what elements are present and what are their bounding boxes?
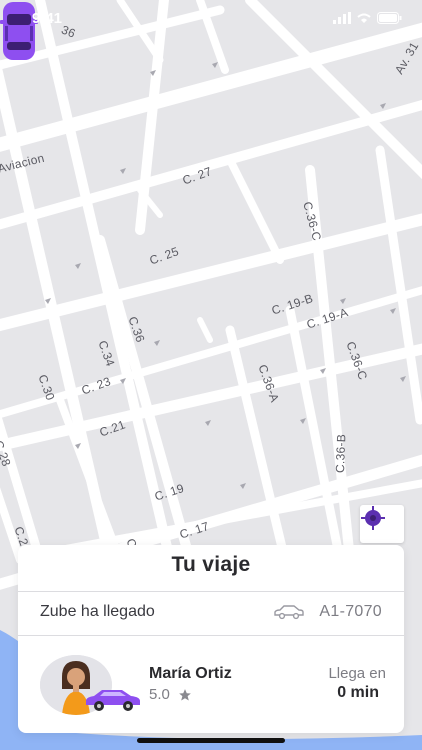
eta-value: 0 min: [337, 684, 379, 701]
divider: [18, 591, 404, 592]
driver-name: María Ortiz: [149, 665, 232, 682]
street-label: C.36-B: [333, 433, 349, 474]
arrival-status: Zube ha llegado: [40, 603, 155, 620]
locate-button[interactable]: [360, 505, 404, 543]
battery-icon: [377, 11, 402, 29]
plate-number: A1-7070: [319, 603, 382, 620]
vehicle-info: A1-7070: [273, 603, 382, 621]
status-bar: 9:41: [0, 0, 422, 34]
purple-car-icon: [86, 690, 140, 711]
signal-icon: [333, 11, 351, 29]
rating-value: 5.0: [149, 686, 170, 703]
eta-label: Llega en: [328, 665, 386, 682]
crosshair-icon: [361, 506, 385, 530]
wifi-icon: [356, 11, 372, 29]
status-icons: [333, 11, 402, 29]
trip-card: Tu viaje Zube ha llegado A1-7070 María O…: [18, 545, 404, 733]
status-time: 9:41: [32, 10, 63, 27]
car-outline-icon: [274, 605, 305, 620]
divider: [18, 635, 404, 636]
driver-avatar: [40, 655, 140, 715]
driver-rating: 5.0: [149, 686, 192, 703]
card-title: Tu viaje: [171, 553, 251, 576]
star-icon: [179, 688, 191, 701]
home-indicator[interactable]: [137, 738, 285, 743]
